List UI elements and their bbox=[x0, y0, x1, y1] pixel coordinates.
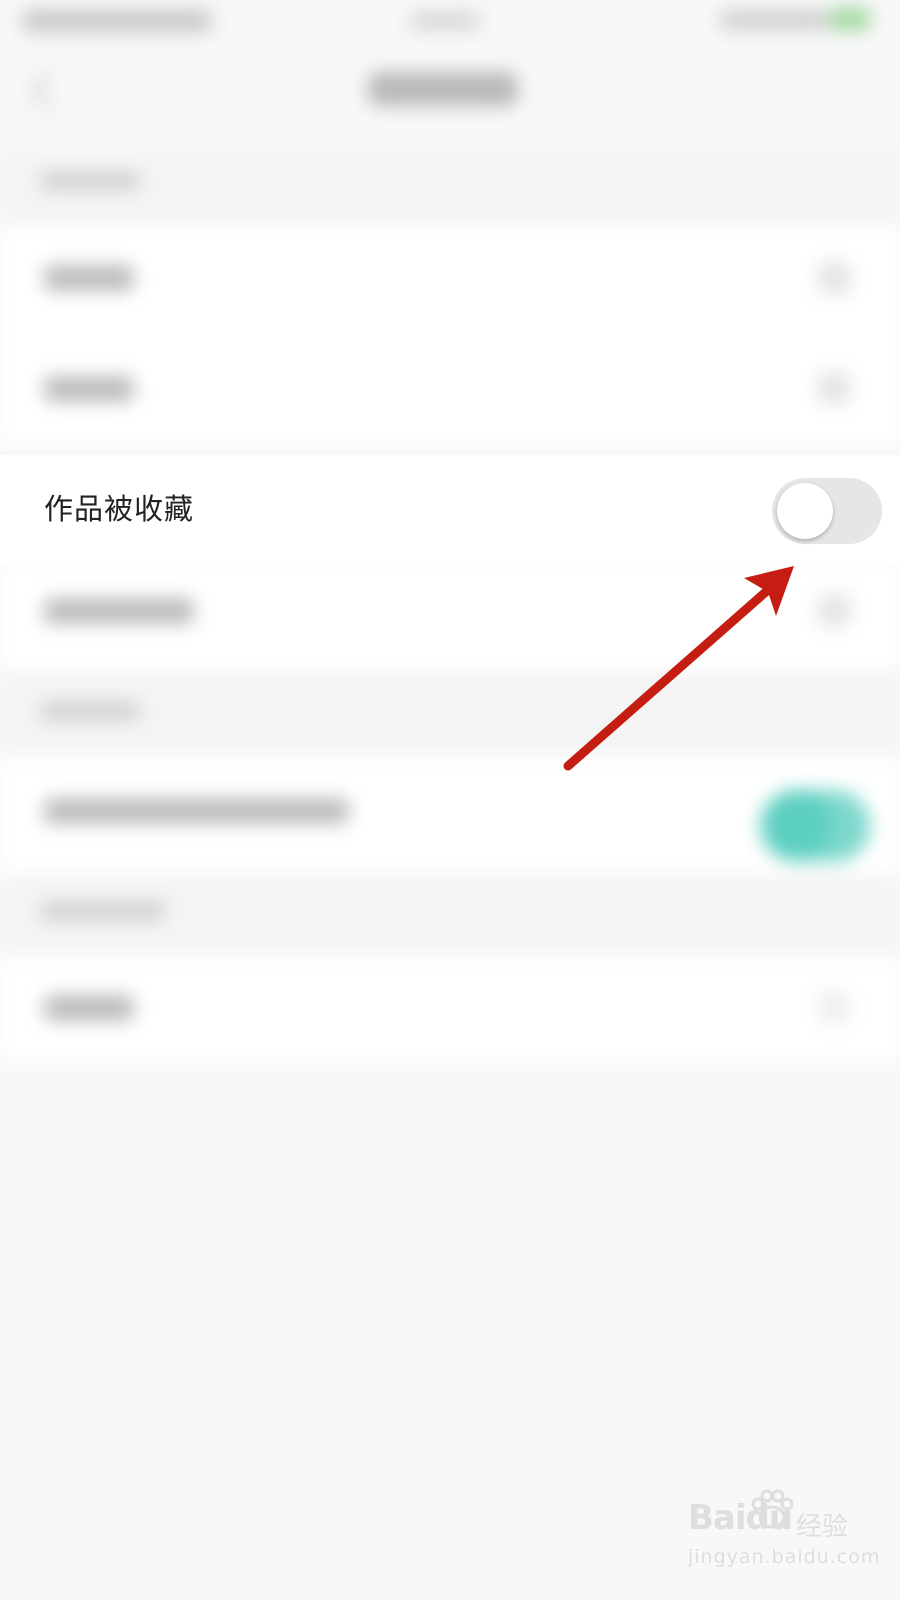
section-label-3 bbox=[40, 902, 165, 920]
favorited-notification-toggle[interactable] bbox=[772, 478, 882, 544]
status-bar-left bbox=[22, 10, 212, 32]
settings-row-6-label bbox=[44, 995, 134, 1021]
settings-row-2-label bbox=[44, 376, 134, 402]
settings-row-1-label bbox=[44, 265, 134, 291]
settings-row-6[interactable] bbox=[0, 955, 900, 1060]
back-arrow-icon[interactable] bbox=[30, 72, 68, 110]
settings-row-5-label bbox=[44, 798, 349, 824]
settings-row-4-label bbox=[44, 598, 194, 624]
setting-label: 作品被收藏 bbox=[44, 492, 195, 526]
baidu-jingyan-watermark: Baidu 经验 jingyan.baidu.com bbox=[688, 1488, 881, 1588]
toggle-knob bbox=[777, 483, 833, 539]
settings-row-5-toggle-knob bbox=[764, 790, 832, 858]
settings-row-1-chevron-icon bbox=[818, 262, 850, 294]
paw-icon bbox=[751, 1489, 794, 1529]
page-title bbox=[368, 72, 518, 106]
battery-icon bbox=[830, 8, 870, 30]
status-bar-time bbox=[410, 12, 480, 30]
section-label-2 bbox=[40, 702, 140, 720]
settings-row-2-chevron-icon bbox=[818, 372, 850, 404]
status-bar-right bbox=[720, 10, 830, 30]
section-label-1 bbox=[40, 172, 140, 190]
settings-row-6-chevron-icon bbox=[818, 991, 850, 1023]
settings-row-4-chevron-icon bbox=[818, 594, 850, 626]
watermark-url: jingyan.baidu.com bbox=[688, 1546, 881, 1568]
settings-row-2[interactable] bbox=[0, 335, 900, 445]
settings-row-1[interactable] bbox=[0, 225, 900, 335]
watermark-sub: 经验 bbox=[796, 1512, 849, 1542]
